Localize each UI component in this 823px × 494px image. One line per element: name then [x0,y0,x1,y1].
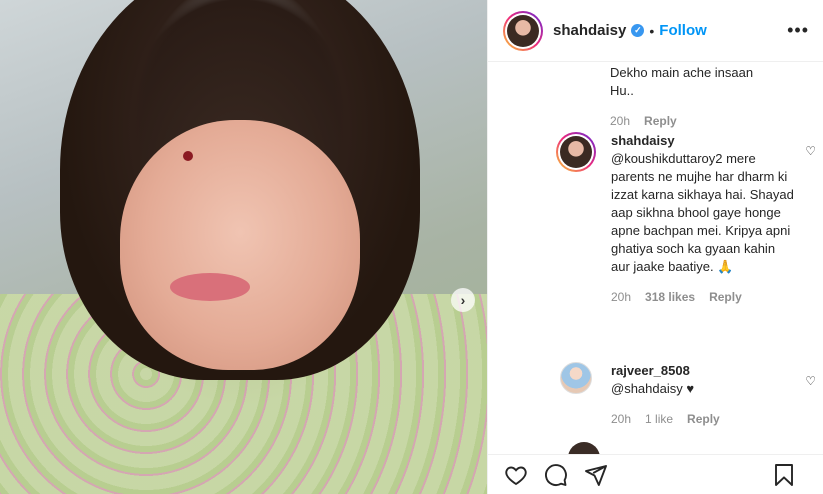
comment-reply-button[interactable]: Reply [687,410,720,428]
comment-item: shahdaisy @koushikduttaroy2 mere parents… [556,132,816,306]
comment-username[interactable]: shahdaisy [611,133,675,148]
instagram-post-view: › shahdaisy ✓ • Follow ••• Dekho main ac… [0,0,823,494]
follow-button[interactable]: Follow [659,22,707,39]
photo-bindi [183,151,193,161]
share-paper-plane-icon[interactable] [584,463,608,487]
photo-lips [170,273,250,301]
comment-likes[interactable]: 318 likes [645,288,695,306]
comment-item: rajveer_8508 @shahdaisy ♥ 20h 1 like Rep… [556,362,816,428]
photo-face [120,120,360,370]
comment-text: @koushikduttaroy2 mere parents ne mujhe … [611,151,794,274]
header-separator: • [649,22,655,39]
post-side-panel: shahdaisy ✓ • Follow ••• Dekho main ache… [487,0,823,494]
comment-username[interactable]: rajveer_8508 [611,363,690,378]
comment-likes[interactable]: 1 like [645,410,673,428]
comment-avatar[interactable] [556,132,596,172]
comment-like-heart-icon[interactable]: ♡ [805,144,816,158]
previous-comment-line2: Hu.. [610,83,634,98]
comment-like-heart-icon[interactable]: ♡ [805,374,816,388]
author-username[interactable]: shahdaisy [553,22,626,39]
previous-comment-line1: Dekho main ache insaan [610,65,754,80]
comment-reply-button[interactable]: Reply [709,288,742,306]
post-actions-bar [488,454,823,494]
comments-list[interactable]: Dekho main ache insaan Hu.. 20h Reply sh… [488,62,823,454]
comment-avatar[interactable] [556,362,596,402]
next-photo-arrow-icon[interactable]: › [451,288,475,312]
comment-time[interactable]: 20h [611,410,631,428]
post-photo[interactable]: › [0,0,487,494]
next-comment-avatar[interactable] [568,442,600,454]
more-options-icon[interactable]: ••• [787,20,809,41]
previous-comment-time[interactable]: 20h [610,112,630,130]
save-bookmark-icon[interactable] [772,463,796,487]
previous-comment-reply-button[interactable]: Reply [644,112,677,130]
previous-comment: Dekho main ache insaan Hu.. 20h Reply [610,64,810,130]
post-header: shahdaisy ✓ • Follow ••• [488,0,823,62]
like-heart-icon[interactable] [504,463,528,487]
comment-bubble-icon[interactable] [544,463,568,487]
author-avatar[interactable] [503,10,543,51]
comment-time[interactable]: 20h [611,288,631,306]
comment-text: @shahdaisy ♥ [611,381,695,396]
verified-badge-icon: ✓ [631,24,645,37]
